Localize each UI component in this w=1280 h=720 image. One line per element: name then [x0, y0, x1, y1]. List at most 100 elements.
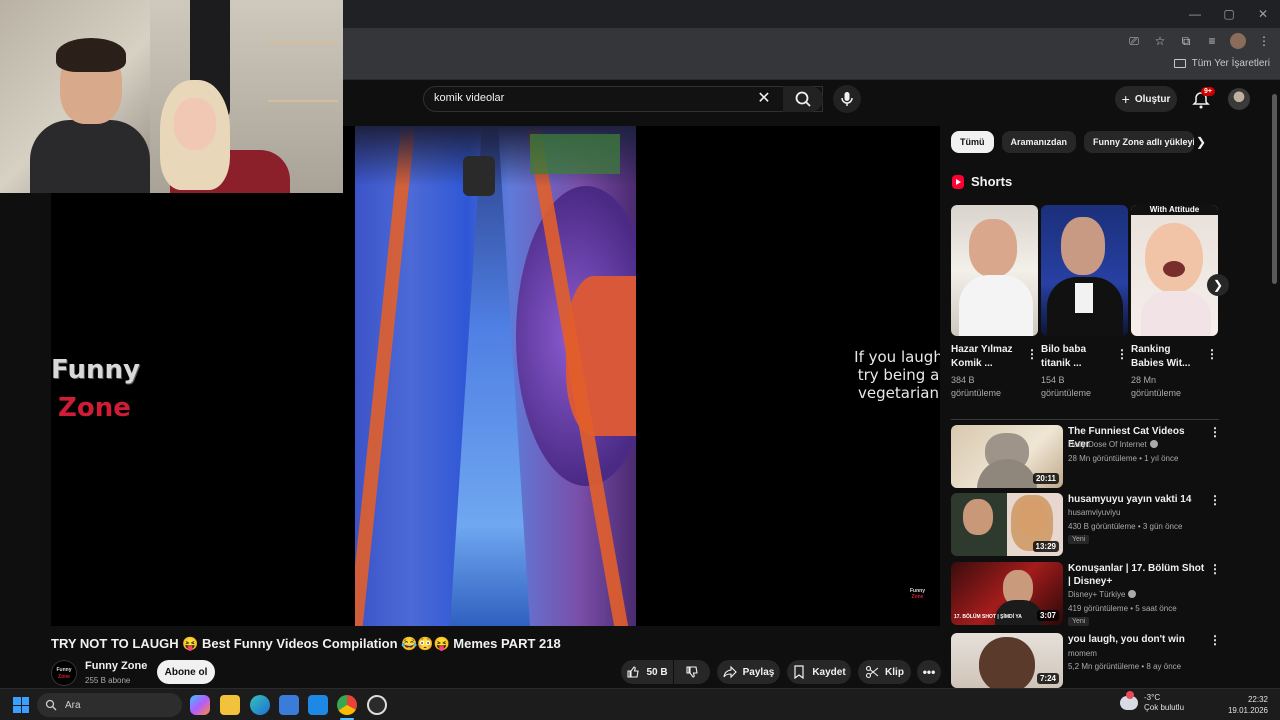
channel-name-row[interactable]: Daily Dose Of Internet: [1068, 440, 1158, 449]
taskbar-search[interactable]: Ara: [37, 693, 182, 717]
extensions-icon[interactable]: ⧉: [1178, 33, 1194, 49]
copilot-icon[interactable]: [190, 695, 210, 715]
file-explorer-icon[interactable]: [220, 695, 240, 715]
video-thumbnail[interactable]: 7:24: [951, 633, 1063, 688]
dislike-button[interactable]: [674, 660, 710, 684]
short-thumbnail[interactable]: [951, 205, 1038, 336]
recommended-video[interactable]: 17. BÖLÜM SHOT | ŞİMDİ YA 3:07 Konuşanla…: [951, 562, 1221, 626]
browser-menu-icon[interactable]: ⋮: [1256, 33, 1272, 49]
short-thumbnail[interactable]: With Attitude: [1131, 205, 1218, 336]
recommended-video[interactable]: 13:29 husamyuyu yayın vakti 14 husamviyu…: [951, 493, 1221, 557]
scrollbar-thumb[interactable]: [1272, 94, 1277, 284]
more-actions-button[interactable]: •••: [917, 660, 941, 684]
short-views: 384 B görüntüleme: [951, 375, 1002, 398]
short-more-icon[interactable]: ⋮: [1206, 347, 1218, 361]
create-label: Oluştur: [1134, 93, 1171, 105]
search-input[interactable]: komik videolar: [434, 92, 504, 104]
channel-name[interactable]: momem: [1068, 649, 1097, 658]
video-frame: [355, 126, 636, 626]
obs-icon[interactable]: [367, 695, 387, 715]
channel-name: Disney+ Türkiye: [1068, 590, 1126, 599]
bookmark-star-icon[interactable]: ☆: [1152, 33, 1168, 49]
chip-all[interactable]: Tümü: [951, 131, 994, 153]
short-title[interactable]: Hazar Yılmaz Komik ...: [951, 343, 1021, 371]
store-icon[interactable]: [279, 695, 299, 715]
more-options-icon[interactable]: ⋮: [1209, 562, 1221, 576]
clock-date: 19.01.2026: [1227, 706, 1268, 715]
shorts-title: Shorts: [971, 174, 1013, 189]
chrome-icon[interactable]: [337, 695, 357, 715]
user-avatar[interactable]: [1228, 88, 1250, 110]
channel-name[interactable]: husamviyuviyu: [1068, 508, 1120, 517]
short-title[interactable]: Ranking Babies Wit...: [1131, 343, 1201, 371]
video-meta: 419 görüntüleme • 5 saat önce: [1068, 604, 1177, 613]
more-options-icon[interactable]: ⋮: [1209, 425, 1221, 439]
clear-search-icon[interactable]: ✕: [754, 89, 774, 109]
video-thumbnail[interactable]: 17. BÖLÜM SHOT | ŞİMDİ YA 3:07: [951, 562, 1063, 625]
share-label: Paylaş: [742, 666, 775, 678]
all-bookmarks-label: Tüm Yer İşaretleri: [1191, 58, 1270, 69]
shorts-next-button[interactable]: ❯: [1207, 274, 1229, 296]
verified-icon: [1149, 440, 1158, 448]
more-options-icon[interactable]: ⋮: [1209, 633, 1221, 647]
short-more-icon[interactable]: ⋮: [1116, 347, 1128, 361]
voice-search-button[interactable]: [833, 85, 861, 113]
short-card[interactable]: Bilo baba titanik ... 154 B görüntüleme …: [1041, 205, 1128, 400]
short-thumbnail[interactable]: [1041, 205, 1128, 336]
chip-from-search[interactable]: Aramanızdan: [1001, 131, 1077, 153]
verified-icon: [1128, 590, 1137, 598]
system-clock[interactable]: 22:32 19.01.2026: [1220, 694, 1268, 716]
profile-avatar-icon[interactable]: [1230, 33, 1246, 49]
video-duration: 13:29: [1032, 541, 1059, 552]
video-title[interactable]: you laugh, you don't win: [1068, 633, 1208, 646]
more-options-icon[interactable]: ⋮: [1209, 493, 1221, 507]
minimize-button[interactable]: —: [1178, 7, 1212, 21]
short-more-icon[interactable]: ⋮: [1026, 347, 1038, 361]
like-button[interactable]: 50 B: [621, 660, 673, 684]
clip-button[interactable]: Klip: [858, 660, 911, 684]
all-bookmarks-button[interactable]: Tüm Yer İşaretleri: [1173, 58, 1270, 69]
search-button[interactable]: [783, 86, 823, 112]
youtube-header: komik videolar ✕ + Oluştur 9+: [343, 80, 1280, 120]
weather-widget[interactable]: -3°C Çok bulutlu: [1120, 691, 1185, 713]
recommended-video[interactable]: 20:11 The Funniest Cat Videos Ever Daily…: [951, 425, 1221, 489]
video-thumbnail[interactable]: 20:11: [951, 425, 1063, 488]
video-thumbnail[interactable]: 13:29: [951, 493, 1063, 556]
short-views: 28 Mn görüntüleme: [1131, 375, 1182, 398]
chip-uploader[interactable]: Funny Zone adlı yükleyici: [1084, 131, 1195, 153]
video-player[interactable]: Funny Zone If you laugh try being a vege…: [51, 126, 940, 626]
search-box[interactable]: komik videolar ✕: [423, 86, 823, 112]
create-button[interactable]: + Oluştur: [1115, 86, 1177, 112]
start-button[interactable]: [13, 697, 29, 713]
channel-name-row[interactable]: Disney+ Türkiye: [1068, 590, 1137, 599]
thumbs-up-icon: [627, 666, 640, 678]
subscribe-button[interactable]: Abone ol: [157, 660, 215, 684]
channel-avatar[interactable]: Funny Zone: [51, 660, 77, 686]
share-button[interactable]: Paylaş: [717, 660, 780, 684]
channel-avatar-line2: Zone: [58, 674, 70, 680]
new-badge: Yeni: [1068, 535, 1090, 544]
short-card[interactable]: Hazar Yılmaz Komik ... 384 B görüntüleme…: [951, 205, 1038, 400]
chevron-right-icon[interactable]: ❯: [1196, 135, 1210, 149]
like-count: 50 B: [646, 666, 668, 678]
mail-icon[interactable]: [308, 695, 328, 715]
short-card[interactable]: With Attitude Ranking Babies Wit... 28 M…: [1131, 205, 1218, 400]
windows-taskbar: Ara -3°C Çok bulutlu 22:32 19.01.2026: [0, 688, 1280, 720]
temperature: -3°C: [1144, 693, 1161, 702]
save-button[interactable]: Kaydet: [787, 660, 851, 684]
edge-icon[interactable]: [250, 695, 270, 715]
media-control-icon[interactable]: ≡: [1204, 33, 1220, 49]
video-duration: 7:24: [1036, 673, 1059, 684]
watermark-line2: Zone: [911, 594, 924, 600]
close-window-button[interactable]: ✕: [1246, 7, 1280, 21]
filter-chips: Tümü Aramanızdan Funny Zone adlı yükleyi…: [951, 131, 1195, 153]
page-scrollbar[interactable]: [1270, 90, 1278, 686]
channel-name[interactable]: Funny Zone: [85, 660, 147, 672]
video-title[interactable]: husamyuyu yayın vakti 14: [1068, 493, 1208, 506]
short-title[interactable]: Bilo baba titanik ...: [1041, 343, 1111, 371]
cast-icon[interactable]: ⎚: [1126, 33, 1142, 49]
maximize-button[interactable]: ▢: [1212, 7, 1246, 21]
logo-line-funny: Funny: [51, 355, 140, 385]
weather-condition: Çok bulutlu: [1144, 703, 1185, 712]
video-title[interactable]: Konuşanlar | 17. Bölüm Shot | Disney+: [1068, 562, 1208, 588]
